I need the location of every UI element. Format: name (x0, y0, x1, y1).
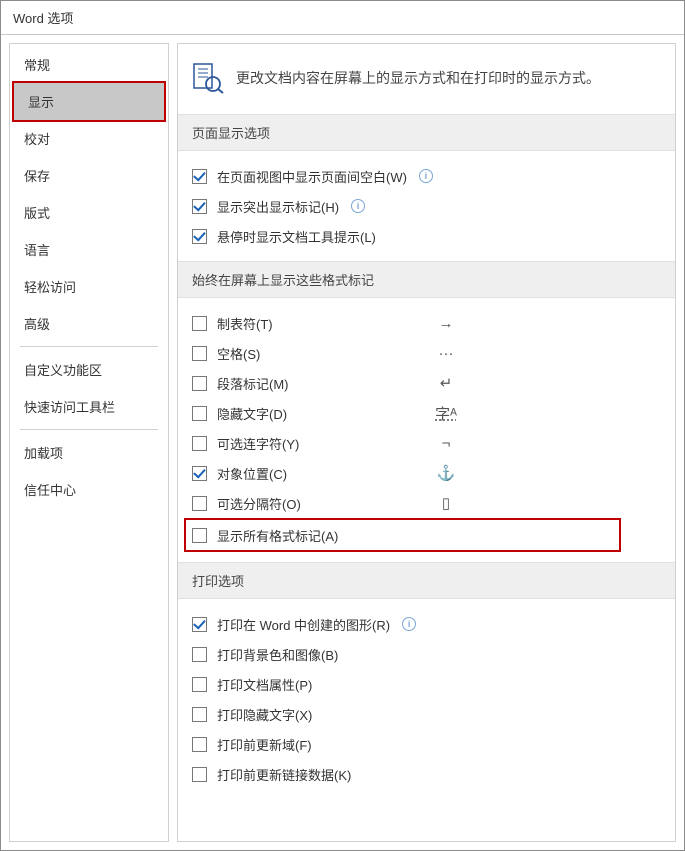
checkbox-print-bg[interactable] (192, 647, 207, 662)
checkbox-update-links[interactable] (192, 767, 207, 782)
checkbox-optional-break[interactable] (192, 496, 207, 511)
checkbox-paragraph[interactable] (192, 376, 207, 391)
section-formatting-marks: 制表符(T) → 空格(S) ··· 段落标记(M) ↵ 隐藏文字(D) 字ᴬ 可选连字… (178, 298, 675, 562)
sidebar-item-layout[interactable]: 版式 (10, 194, 168, 231)
highlight-box: 显示所有格式标记(A) (184, 518, 621, 552)
checkbox-space[interactable] (192, 346, 207, 361)
sidebar-item-trust[interactable]: 信任中心 (10, 471, 168, 508)
label: 制表符(T) (217, 314, 273, 333)
sidebar-item-proofing[interactable]: 校对 (10, 120, 168, 157)
label: 打印文档属性(P) (217, 675, 312, 694)
sidebar-item-advanced[interactable]: 高级 (10, 305, 168, 342)
section-page-display: 在页面视图中显示页面间空白(W) i 显示突出显示标记(H) i 悬停时显示文档工具… (178, 151, 675, 261)
checkbox-update-fields[interactable] (192, 737, 207, 752)
sidebar-item-qat[interactable]: 快速访问工具栏 (10, 388, 168, 425)
hero: 更改文档内容在屏幕上的显示方式和在打印时的显示方式。 (178, 44, 675, 114)
content-pane: 更改文档内容在屏幕上的显示方式和在打印时的显示方式。 页面显示选项 在页面视图中… (177, 43, 676, 842)
display-options-icon (192, 62, 224, 94)
sidebar-item-general[interactable]: 常规 (10, 46, 168, 83)
checkbox-tab[interactable] (192, 316, 207, 331)
checkbox-show-highlight[interactable] (192, 199, 207, 214)
label: 打印在 Word 中创建的图形(R) (217, 615, 390, 634)
label: 显示所有格式标记(A) (217, 526, 338, 545)
sidebar-item-save[interactable]: 保存 (10, 157, 168, 194)
anchor-symbol-icon: ⚓ (431, 464, 461, 482)
section-head-print: 打印选项 (178, 562, 675, 599)
space-symbol-icon: ··· (431, 345, 461, 362)
label: 对象位置(C) (217, 464, 287, 483)
sidebar-item-addins[interactable]: 加载项 (10, 434, 168, 471)
break-symbol-icon: ▯ (431, 494, 461, 512)
body: 常规 显示 校对 保存 版式 语言 轻松访问 高级 自定义功能区 快速访问工具栏… (1, 35, 684, 850)
hero-text: 更改文档内容在屏幕上的显示方式和在打印时的显示方式。 (236, 68, 600, 88)
checkbox-show-tooltips[interactable] (192, 229, 207, 244)
hidden-text-symbol-icon: 字ᴬ (431, 403, 461, 424)
sidebar-item-customize-ribbon[interactable]: 自定义功能区 (10, 351, 168, 388)
checkbox-show-all-marks[interactable] (192, 528, 207, 543)
sidebar-item-language[interactable]: 语言 (10, 231, 168, 268)
hyphen-symbol-icon: ¬ (431, 435, 461, 452)
checkbox-print-hidden[interactable] (192, 707, 207, 722)
word-options-window: Word 选项 常规 显示 校对 保存 版式 语言 轻松访问 高级 自定义功能区… (0, 0, 685, 851)
label: 显示突出显示标记(H) (217, 197, 339, 216)
sidebar-item-ease[interactable]: 轻松访问 (10, 268, 168, 305)
label: 打印背景色和图像(B) (217, 645, 338, 664)
info-icon[interactable]: i (351, 199, 365, 213)
checkbox-hidden-text[interactable] (192, 406, 207, 421)
sidebar-separator (20, 429, 158, 430)
tab-symbol-icon: → (431, 315, 461, 332)
window-title: Word 选项 (13, 8, 73, 27)
sidebar: 常规 显示 校对 保存 版式 语言 轻松访问 高级 自定义功能区 快速访问工具栏… (9, 43, 169, 842)
label: 可选连字符(Y) (217, 434, 299, 453)
label: 段落标记(M) (217, 374, 289, 393)
label: 隐藏文字(D) (217, 404, 287, 423)
checkbox-show-whitespace[interactable] (192, 169, 207, 184)
label: 打印前更新域(F) (217, 735, 312, 754)
label: 打印前更新链接数据(K) (217, 765, 351, 784)
info-icon[interactable]: i (419, 169, 433, 183)
checkbox-print-drawings[interactable] (192, 617, 207, 632)
label: 打印隐藏文字(X) (217, 705, 312, 724)
label: 悬停时显示文档工具提示(L) (217, 227, 376, 246)
label: 空格(S) (217, 344, 260, 363)
sidebar-separator (20, 346, 158, 347)
info-icon[interactable]: i (402, 617, 416, 631)
section-head-formatting-marks: 始终在屏幕上显示这些格式标记 (178, 261, 675, 298)
titlebar: Word 选项 (1, 1, 684, 35)
label: 可选分隔符(O) (217, 494, 301, 513)
checkbox-anchor[interactable] (192, 466, 207, 481)
section-print: 打印在 Word 中创建的图形(R) i 打印背景色和图像(B) 打印文档属性(P… (178, 599, 675, 799)
label: 在页面视图中显示页面间空白(W) (217, 167, 407, 186)
section-head-page-display: 页面显示选项 (178, 114, 675, 151)
paragraph-symbol-icon: ↵ (431, 374, 461, 392)
checkbox-optional-hyphen[interactable] (192, 436, 207, 451)
checkbox-print-props[interactable] (192, 677, 207, 692)
sidebar-item-display[interactable]: 显示 (12, 81, 166, 122)
